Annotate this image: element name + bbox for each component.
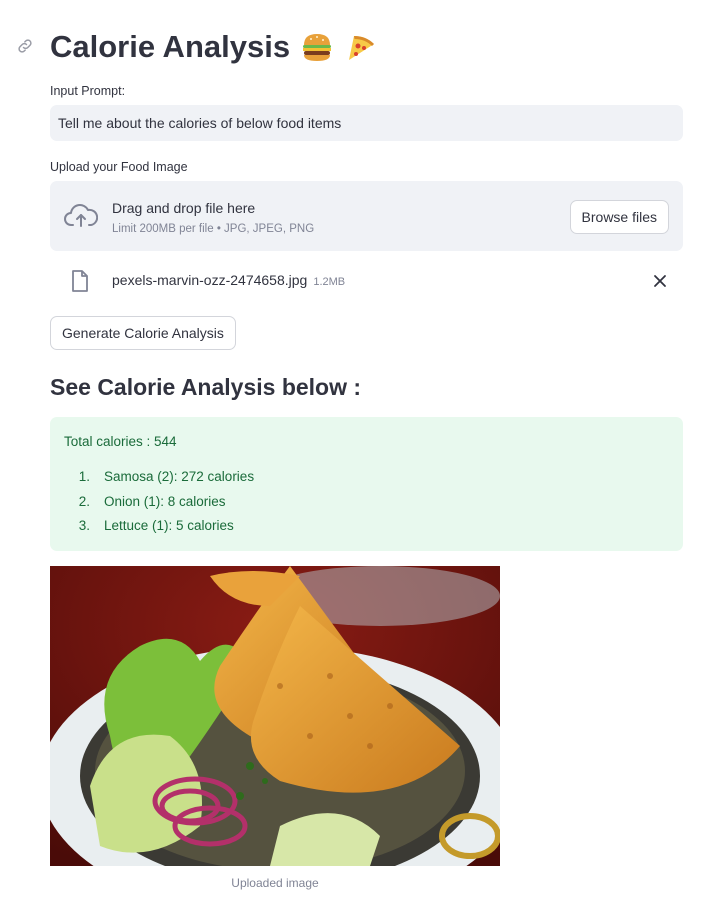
list-item: 2. Onion (1): 8 calories — [64, 494, 254, 519]
pizza-emoji — [349, 36, 375, 60]
prompt-label: Input Prompt: — [50, 84, 126, 98]
list-item-text: Lettuce (1): 5 calories — [104, 518, 234, 533]
file-name-text: pexels-marvin-ozz-2474658.jpg — [112, 272, 308, 288]
list-item: 3. Lettuce (1): 5 calories — [64, 518, 254, 543]
link-icon[interactable] — [16, 37, 34, 55]
page-title: Calorie Analysis — [50, 29, 291, 64]
file-dropzone[interactable]: Drag and drop file here Limit 200MB per … — [50, 181, 683, 251]
results-box: Total calories : 544 1. Samosa (2): 272 c… — [50, 417, 683, 551]
uploaded-file-row: pexels-marvin-ozz-2474658.jpg 1.2MB — [50, 262, 683, 300]
image-caption: Uploaded image — [231, 876, 319, 890]
generate-calorie-analysis-button[interactable]: Generate Calorie Analysis — [50, 316, 236, 350]
prompt-input[interactable]: Tell me about the calories of below food… — [50, 105, 683, 141]
upload-label: Upload your Food Image — [50, 160, 188, 174]
close-icon[interactable] — [653, 274, 667, 288]
list-item-text: Samosa (2): 272 calories — [104, 469, 255, 484]
cloud-upload-icon — [64, 204, 98, 227]
list-item: 1. Samosa (2): 272 calories — [64, 469, 254, 494]
file-name: pexels-marvin-ozz-2474658.jpg 1.2MB — [112, 272, 345, 288]
file-size: 1.2MB — [313, 276, 346, 288]
uploaded-food-image — [50, 566, 500, 866]
file-icon — [72, 270, 88, 292]
hamburger-emoji — [303, 34, 332, 61]
results-heading: See Calorie Analysis below : — [50, 374, 362, 400]
dropzone-title: Drag and drop file here — [112, 200, 256, 216]
dropzone-limit: Limit 200MB per file • JPG, JPEG, PNG — [112, 223, 315, 235]
browse-files-button[interactable]: Browse files — [569, 200, 669, 234]
list-item-number: 1. — [78, 469, 90, 484]
calorie-list: 1. Samosa (2): 272 calories 2. Onion (1): … — [64, 469, 254, 543]
total-calories: Total calories : 544 — [64, 434, 177, 449]
list-item-text: Onion (1): 8 calories — [104, 493, 226, 509]
list-item-number: 2. — [78, 493, 90, 509]
list-item-number: 3. — [78, 518, 90, 533]
page-title-row: Calorie Analysis — [50, 26, 378, 68]
